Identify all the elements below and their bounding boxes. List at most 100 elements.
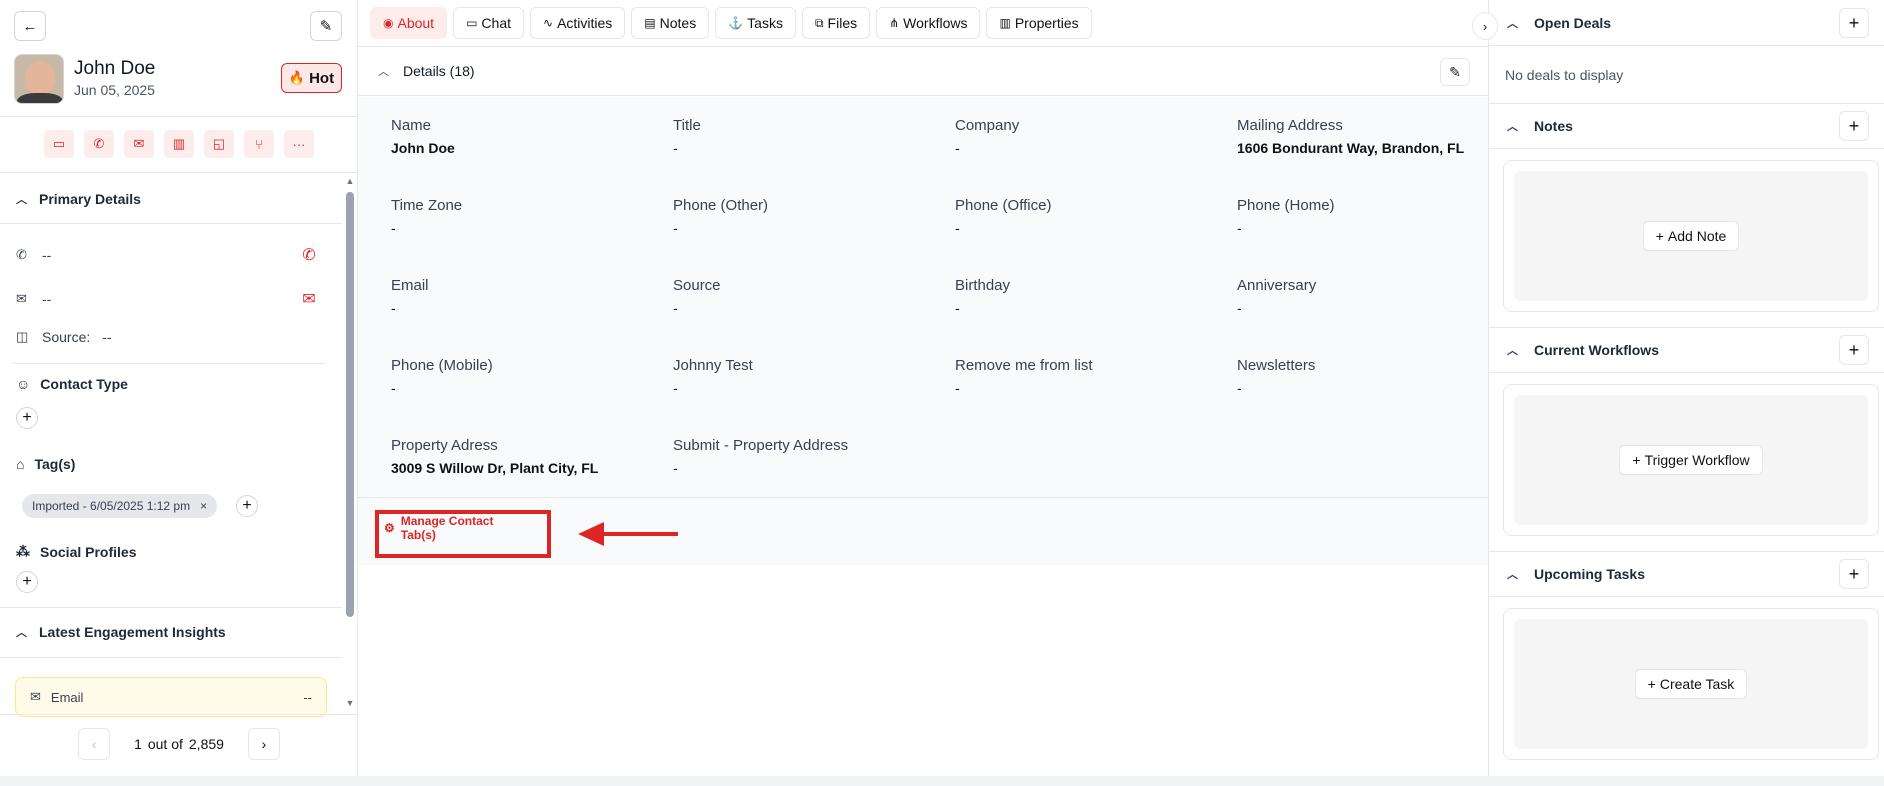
previous-contact-button[interactable]: ‹ [78, 728, 111, 760]
open-deals-header[interactable]: ︿ Open Deals [1489, 0, 1884, 46]
email-dnd-icon[interactable]: ✉ [296, 286, 322, 312]
field-value[interactable]: - [1237, 220, 1507, 236]
field-label: Phone (Mobile) [391, 357, 493, 374]
field-label: Company [955, 117, 1020, 134]
more-actions-button[interactable]: ··· [284, 130, 314, 158]
tab-properties[interactable]: ▥ Properties [986, 7, 1092, 39]
field-value[interactable]: - [391, 300, 661, 316]
current-workflows-title: Current Workflows [1534, 342, 1659, 358]
tab-activities[interactable]: ∿ Activities [530, 7, 626, 39]
scrollbar-thumb[interactable] [346, 192, 354, 617]
branch-icon: ⑂ [255, 136, 263, 152]
edit-contact-button[interactable]: ✎ [310, 11, 342, 41]
plus-icon: + [22, 573, 32, 590]
plus-icon: + [1655, 228, 1664, 244]
edit-details-button[interactable]: ✎ [1440, 58, 1470, 86]
tag-chip[interactable]: Imported - 6/05/2025 1:12 pm × [22, 494, 218, 518]
collapse-right-panel-button[interactable]: › [1472, 12, 1498, 40]
add-task-plus-button[interactable]: + [1839, 559, 1869, 589]
phone-dnd-icon[interactable]: ✆ [296, 242, 322, 268]
contact-name: John Doe [74, 58, 156, 79]
sms-action-button[interactable]: ▭ [44, 130, 74, 158]
field-value[interactable]: - [673, 300, 943, 316]
field-value[interactable]: - [673, 460, 943, 476]
field-label: Johnny Test [673, 357, 753, 374]
chevron-up-icon: ︿ [16, 194, 27, 206]
email-action-button[interactable]: ✉ [124, 130, 154, 158]
workflow-action-button[interactable]: ⑂ [244, 130, 274, 158]
field-value[interactable]: 1606 Bondurant Way, Brandon, FL [1237, 140, 1507, 156]
field-value[interactable]: John Doe [391, 140, 661, 156]
tab-chat[interactable]: ▭ Chat [453, 7, 524, 39]
tab-files[interactable]: ⧉ Files [801, 7, 871, 39]
field-value[interactable]: 3009 S Willow Dr, Plant City, FL [391, 460, 661, 476]
workflow-icon: ⋔ [889, 16, 900, 30]
status-badge[interactable]: 🔥 Hot [281, 63, 342, 93]
field-value[interactable]: - [673, 220, 943, 236]
current-workflows-header[interactable]: ︿ Current Workflows [1489, 327, 1884, 373]
tab-tasks[interactable]: ⚓ Tasks [715, 7, 796, 39]
field-phone-office: Phone (Office) - [955, 197, 1225, 236]
upcoming-tasks-header[interactable]: ︿ Upcoming Tasks [1489, 551, 1884, 597]
field-name: Name John Doe [391, 117, 661, 156]
primary-details-header[interactable]: ︿ Primary Details [0, 175, 342, 223]
add-contact-type-button[interactable]: + [16, 407, 38, 429]
chevron-up-icon: ︿ [1507, 121, 1518, 133]
field-value[interactable]: - [955, 220, 1225, 236]
plus-icon: + [1632, 452, 1641, 468]
tab-label: Notes [659, 15, 697, 31]
sidebar-scrollbar[interactable]: ▲ ▼ [345, 176, 355, 711]
add-social-profile-button[interactable]: + [16, 571, 38, 593]
field-value[interactable]: - [955, 300, 1225, 316]
field-value[interactable]: - [673, 140, 943, 156]
pager-out-of: out of [147, 736, 183, 752]
field-submit-property-address: Submit - Property Address - [673, 437, 943, 476]
field-label: Name [391, 117, 432, 134]
plus-icon: + [22, 409, 32, 426]
tab-workflows[interactable]: ⋔ Workflows [876, 7, 981, 39]
tab-about[interactable]: ◉ About [370, 7, 448, 39]
tags-header: ⌂ Tag(s) [16, 456, 75, 472]
notes-header[interactable]: ︿ Notes [1489, 103, 1884, 149]
pager-text: 1 out of 2,859 [134, 736, 224, 752]
note-action-button[interactable]: ◱ [204, 130, 234, 158]
company-action-button[interactable]: ▥ [164, 130, 194, 158]
horizontal-scrollbar[interactable] [0, 776, 1884, 786]
sidebar-scroll-area[interactable]: ︿ Primary Details ✆ -- ✆ ✉ -- ✉ ◫ Source… [0, 175, 342, 713]
field-value[interactable]: - [955, 380, 1225, 396]
close-icon[interactable]: × [200, 499, 207, 513]
add-note-plus-button[interactable]: + [1839, 111, 1869, 141]
back-button[interactable]: ← [14, 11, 46, 41]
field-value[interactable]: - [673, 380, 943, 396]
field-johnny-test: Johnny Test - [673, 357, 943, 396]
add-tag-button[interactable]: + [236, 495, 258, 517]
right-panel: ︿ Open Deals + No deals to display ︿ Not… [1488, 0, 1884, 776]
scroll-down-arrow-icon[interactable]: ▼ [345, 698, 355, 708]
add-note-button[interactable]: + Add Note [1642, 221, 1740, 251]
field-value[interactable]: - [1237, 300, 1507, 316]
sticky-note-icon: ◱ [212, 136, 226, 151]
field-label: Phone (Other) [673, 197, 769, 214]
scroll-up-arrow-icon[interactable]: ▲ [345, 176, 355, 186]
trigger-workflow-label: Trigger Workflow [1644, 452, 1750, 468]
trigger-workflow-button[interactable]: + Trigger Workflow [1619, 445, 1763, 475]
files-icon: ⧉ [814, 15, 824, 30]
next-contact-button[interactable]: › [247, 728, 280, 760]
social-profiles-header: ⁂ Social Profiles [16, 543, 136, 560]
engagement-insights-header[interactable]: ︿ Latest Engagement Insights [0, 608, 342, 656]
field-property-address: Property Adress 3009 S Willow Dr, Plant C… [391, 437, 661, 476]
field-phone-home: Phone (Home) - [1237, 197, 1507, 236]
add-deal-button[interactable]: + [1839, 8, 1869, 38]
create-task-button[interactable]: + Create Task [1634, 669, 1748, 699]
pager-current: 1 [134, 736, 142, 752]
details-header[interactable]: ︿ Details (18) [358, 47, 1488, 96]
tab-notes[interactable]: ▤ Notes [631, 7, 710, 39]
engagement-email-value: -- [303, 689, 312, 705]
add-workflow-plus-button[interactable]: + [1839, 335, 1869, 365]
field-value[interactable]: - [391, 220, 661, 236]
field-value[interactable]: - [391, 380, 661, 396]
field-value[interactable]: - [955, 140, 1225, 156]
social-profiles-title: Social Profiles [40, 543, 137, 560]
field-value[interactable]: - [1237, 380, 1507, 396]
call-action-button[interactable]: ✆ [84, 130, 114, 158]
